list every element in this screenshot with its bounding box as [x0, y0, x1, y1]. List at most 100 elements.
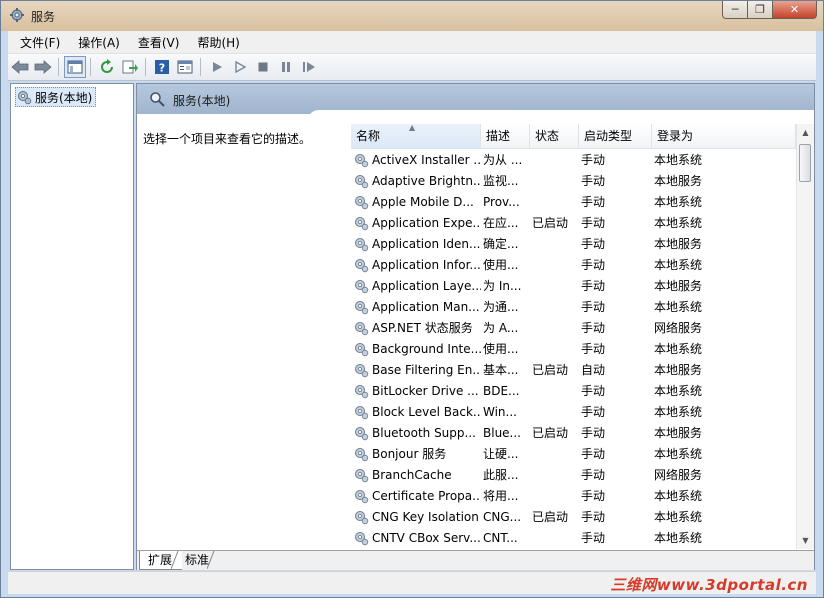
table-row[interactable]: ActiveX Installer ... 为从 ... 手动 本地系统 — [351, 149, 796, 170]
menu-file[interactable]: 文件(F) — [14, 34, 66, 51]
services-icon — [10, 8, 24, 22]
service-description: 此服... — [483, 468, 519, 482]
export-icon — [122, 60, 138, 74]
service-name: Application Expe... — [351, 215, 481, 231]
table-row[interactable]: BitLocker Drive ... BDE... 手动 本地系统 — [351, 380, 796, 401]
table-row[interactable]: Base Filtering En... 基本... 已启动 自动 本地服务 — [351, 359, 796, 380]
restart-icon — [303, 62, 315, 72]
table-row[interactable]: CNG Key Isolation CNG... 已启动 手动 本地系统 — [351, 506, 796, 527]
properties-button[interactable] — [174, 56, 196, 78]
service-description: CNT... — [483, 530, 518, 545]
toolbar-separator — [200, 58, 201, 76]
service-status: 已启动 — [532, 216, 569, 230]
service-logon-as: 本地系统 — [654, 447, 703, 461]
scroll-down-button[interactable]: ▼ — [797, 532, 814, 549]
service-name-text: ASP.NET 状态服务 — [372, 321, 473, 335]
service-name-text: BranchCache — [372, 467, 452, 482]
service-description: Win... — [483, 404, 517, 419]
table-row[interactable]: Application Iden... 确定... 手动 本地服务 — [351, 233, 796, 254]
table-row[interactable]: Bonjour 服务 让硬... 手动 本地系统 — [351, 443, 796, 464]
service-description: Blue... — [483, 425, 521, 440]
watermark: 三维网www.3dportal.cn — [610, 576, 808, 594]
service-description: 为通... — [483, 300, 519, 314]
table-row[interactable]: Block Level Back... Win... 手动 本地系统 — [351, 401, 796, 422]
column-header-startup-type[interactable]: 启动类型 — [579, 124, 652, 148]
service-logon-as: 本地服务 — [654, 426, 703, 440]
service-name-text: Bluetooth Supp... — [372, 425, 476, 440]
pause-icon — [282, 62, 290, 72]
close-button[interactable]: ✕ — [773, 1, 817, 19]
forward-button[interactable] — [32, 56, 54, 78]
services-window: 服务 ─ ❐ ✕ 文件(F) 操作(A) 查看(V) 帮助(H) ? 服务(本地… — [0, 0, 824, 598]
gear-icon — [355, 258, 369, 272]
service-startup-type: 手动 — [581, 405, 606, 419]
service-logon-as: 本地服务 — [654, 279, 703, 293]
gear-icon — [355, 195, 369, 209]
table-row[interactable]: Application Man... 为通... 手动 本地系统 — [351, 296, 796, 317]
menu-bar: 文件(F) 操作(A) 查看(V) 帮助(H) — [8, 31, 816, 54]
column-header-description[interactable]: 描述 — [481, 124, 530, 148]
service-startup-type: 手动 — [581, 489, 606, 503]
table-row[interactable]: ASP.NET 状态服务为 A... 手动 网络服务 — [351, 317, 796, 338]
service-startup-type: 手动 — [581, 237, 606, 251]
scroll-up-button[interactable]: ▲ — [797, 124, 814, 141]
services-table: ▲ 名称 描述 状态 启动类型 登录为 ActiveX Installer ...… — [351, 124, 796, 549]
start-service-button[interactable] — [206, 56, 228, 78]
service-name-text: Application Expe... — [372, 215, 481, 230]
column-header-status[interactable]: 状态 — [530, 124, 579, 148]
vertical-scrollbar[interactable]: ▲ ▼ — [796, 124, 814, 549]
table-row[interactable]: Certificate Propa... 将用... 手动 本地系统 — [351, 485, 796, 506]
restart-service-button[interactable] — [298, 56, 320, 78]
table-row[interactable]: Application Infor... 使用... 手动 本地系统 — [351, 254, 796, 275]
service-name: BranchCache — [351, 467, 481, 483]
column-header-logon-as[interactable]: 登录为 — [652, 124, 796, 148]
service-description: 基本... — [483, 363, 519, 377]
service-name-text: ActiveX Installer ... — [372, 152, 481, 167]
table-row[interactable]: Application Expe... 在应... 已启动 手动 本地系统 — [351, 212, 796, 233]
menu-action[interactable]: 操作(A) — [72, 34, 126, 51]
console-tree-pane: 服务(本地) — [10, 83, 134, 570]
minimize-button[interactable]: ─ — [722, 1, 748, 19]
title-bar[interactable]: 服务 ─ ❐ ✕ — [1, 1, 823, 31]
service-logon-as: 本地系统 — [654, 531, 703, 545]
service-startup-type: 手动 — [581, 321, 606, 335]
service-startup-type: 手动 — [581, 216, 606, 230]
service-name-text: Apple Mobile D... — [372, 194, 474, 209]
table-header: ▲ 名称 描述 状态 启动类型 登录为 — [351, 124, 796, 149]
table-row[interactable]: Apple Mobile D... Prov... 手动 本地系统 — [351, 191, 796, 212]
pause-service-button[interactable] — [275, 56, 297, 78]
show-console-tree-button[interactable] — [64, 56, 86, 78]
table-row[interactable]: Adaptive Brightn... 监视... 手动 本地服务 — [351, 170, 796, 191]
stop-service-button[interactable] — [252, 56, 274, 78]
menu-view[interactable]: 查看(V) — [132, 34, 186, 51]
table-row[interactable]: CNTV CBox Serv... CNT... 手动 本地系统 — [351, 527, 796, 548]
gear-icon — [355, 216, 369, 230]
table-row[interactable]: Application Laye... 为 In... 手动 本地服务 — [351, 275, 796, 296]
help-button[interactable]: ? — [151, 56, 173, 78]
gear-icon — [355, 468, 369, 482]
window-controls: ─ ❐ ✕ — [722, 1, 817, 21]
table-row[interactable]: Background Inte... 使用... 手动 本地系统 — [351, 338, 796, 359]
service-name-text: Application Laye... — [372, 278, 481, 293]
column-header-name[interactable]: ▲ 名称 — [351, 124, 481, 148]
refresh-button[interactable] — [96, 56, 118, 78]
scroll-thumb[interactable] — [799, 144, 811, 182]
gear-icon — [355, 363, 369, 377]
table-row[interactable]: BranchCache 此服... 手动 网络服务 — [351, 464, 796, 485]
service-startup-type: 自动 — [581, 363, 606, 377]
service-logon-as: 网络服务 — [654, 468, 703, 482]
tree-item-services-local[interactable]: 服务(本地) — [15, 87, 97, 107]
service-logon-as: 本地系统 — [654, 342, 703, 356]
start-service-alt-button[interactable] — [229, 56, 251, 78]
menu-help[interactable]: 帮助(H) — [191, 34, 245, 51]
export-list-button[interactable] — [119, 56, 141, 78]
service-name-text: CNTV CBox Serv... — [372, 530, 481, 545]
service-logon-as: 本地系统 — [654, 405, 703, 419]
maximize-button[interactable]: ❐ — [748, 1, 773, 19]
table-row[interactable]: Bluetooth Supp... Blue... 已启动 手动 本地服务 — [351, 422, 796, 443]
service-status: 已启动 — [532, 510, 569, 524]
service-name-text: Application Man... — [372, 299, 480, 314]
service-name-text: BitLocker Drive ... — [372, 383, 479, 398]
toolbar-separator — [58, 58, 59, 76]
back-button[interactable] — [9, 56, 31, 78]
